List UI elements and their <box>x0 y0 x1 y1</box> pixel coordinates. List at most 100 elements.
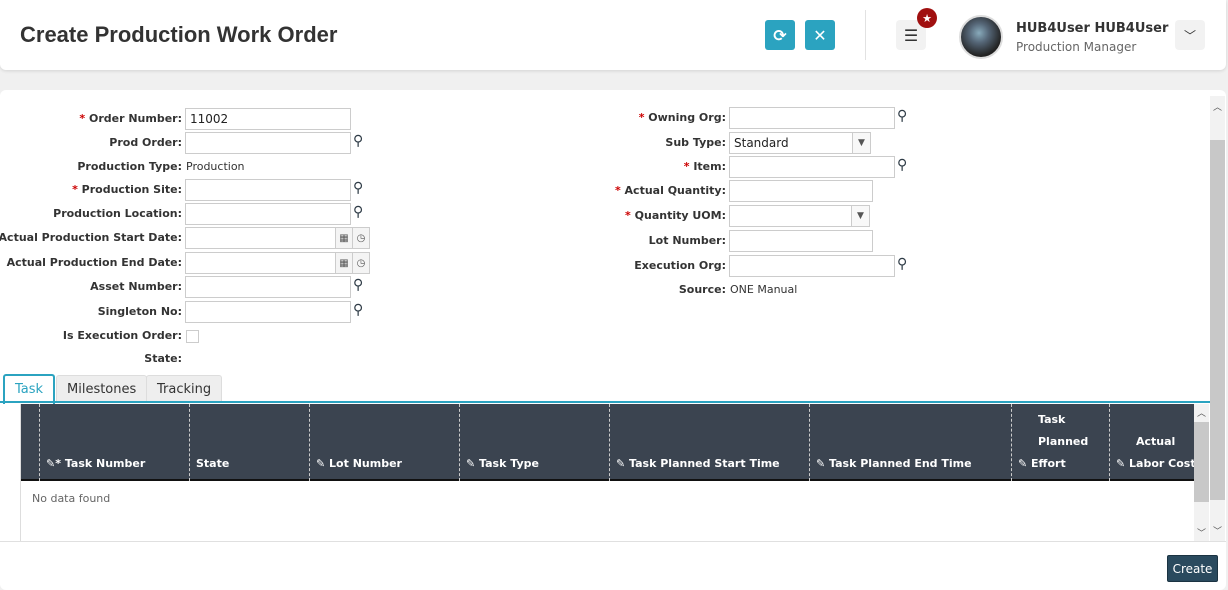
label-text: Lot Number <box>648 234 722 247</box>
divider <box>865 10 866 60</box>
column-header-task-planned-start-time[interactable]: ✎ Task Planned Start Time <box>609 404 809 481</box>
lookup-search-icon[interactable]: ⚲ <box>353 133 363 149</box>
label-text: Asset Number <box>90 280 178 293</box>
tab-tracking[interactable]: Tracking <box>146 375 223 403</box>
required-marker: * <box>79 112 89 125</box>
label-text: Actual Production End Date <box>6 256 178 269</box>
tab-label: Milestones <box>67 382 137 397</box>
column-header-lot-number[interactable]: ✎ Lot Number <box>309 404 459 481</box>
calendar-icon[interactable]: ▦ <box>335 227 353 249</box>
page-scrollbar[interactable]: ︿ ﹀ <box>1210 96 1225 541</box>
label-text: Production Site <box>81 183 178 196</box>
edit-icon: ✎ <box>816 457 830 470</box>
column-header-text: Task Planned Start Time <box>629 457 780 470</box>
production-site-input[interactable] <box>185 179 351 201</box>
lookup-search-icon[interactable]: ⚲ <box>353 180 363 196</box>
item-input[interactable] <box>729 156 895 178</box>
label-text: Is Execution Order <box>62 329 178 342</box>
chevron-down-icon: ﹀ <box>1183 28 1196 43</box>
column-header-text: Task <box>1038 413 1066 426</box>
lookup-search-icon[interactable]: ⚲ <box>353 204 363 220</box>
chevron-down-icon[interactable]: ▼ <box>852 133 870 153</box>
column-header-text: Task Type <box>479 457 539 470</box>
execution-org-input[interactable] <box>729 255 895 277</box>
label-text: Singleton No <box>97 305 178 318</box>
column-header-task-planned-end-time[interactable]: ✎ Task Planned End Time <box>809 404 1011 481</box>
menu-icon: ☰ <box>903 25 919 45</box>
tab-task[interactable]: Task <box>3 374 56 404</box>
owning-org-input[interactable] <box>729 107 895 129</box>
column-header-text: State <box>196 457 230 470</box>
column-header-labor-cost[interactable]: Actual ✎ Labor Cost <box>1109 404 1194 481</box>
prod-order-input[interactable] <box>185 132 351 154</box>
refresh-button[interactable]: ⟳ <box>765 20 795 50</box>
grid-scrollbar[interactable]: ︿ ﹀ <box>1194 404 1209 541</box>
actual-quantity-label: * Actual Quantity: <box>614 184 726 197</box>
favorite-star-badge[interactable]: ★ <box>917 8 937 28</box>
actual-quantity-input[interactable] <box>729 180 873 202</box>
page-title: Create Production Work Order <box>20 22 338 47</box>
order-number-input[interactable]: 11002 <box>185 108 351 130</box>
prod-order-label: Prod Order: <box>109 136 182 149</box>
clock-icon[interactable]: ◷ <box>352 227 370 249</box>
lookup-search-icon[interactable]: ⚲ <box>897 256 907 272</box>
label-text: Prod Order <box>109 136 178 149</box>
column-header-task-number[interactable]: ✎* Task Number <box>39 404 189 481</box>
field-value: Standard <box>734 136 789 150</box>
actual-production-start-date-label: Actual Production Start Date: <box>0 231 182 244</box>
label-text: Sub Type <box>665 136 722 149</box>
is-execution-order-label: Is Execution Order: <box>62 329 182 342</box>
user-menu-button[interactable]: ﹀ <box>1175 20 1205 50</box>
tab-underline <box>0 401 1210 403</box>
tab-milestones[interactable]: Milestones <box>56 375 148 403</box>
avatar <box>959 15 1003 59</box>
column-header-text: Lot Number <box>329 457 402 470</box>
create-button[interactable]: Create <box>1167 555 1218 582</box>
execution-org-label: Execution Org: <box>634 259 726 272</box>
page-header: Create Production Work Order ⟳ ✕ ☰ ★ HUB… <box>0 0 1226 70</box>
production-type-label: Production Type: <box>77 160 182 173</box>
chevron-down-icon[interactable]: ▼ <box>851 206 869 226</box>
lookup-search-icon[interactable]: ⚲ <box>353 277 363 293</box>
singleton-no-input[interactable] <box>185 301 351 323</box>
source-value: ONE Manual <box>730 283 798 296</box>
sub-type-select[interactable]: Standard ▼ <box>729 132 871 154</box>
tab-label: Tracking <box>157 382 212 397</box>
label-text: Production Location <box>53 207 178 220</box>
label-text: Order Number <box>88 112 178 125</box>
actual-production-end-date-label: Actual Production End Date: <box>6 256 182 269</box>
actual-production-end-date-input[interactable] <box>185 252 336 274</box>
edit-icon: ✎ <box>316 457 330 470</box>
production-location-label: Production Location: <box>53 207 182 220</box>
label-text: Actual Quantity <box>624 184 722 197</box>
label-text: Execution Org <box>634 259 722 272</box>
source-label: Source: <box>678 283 726 296</box>
quantity-uom-select[interactable]: ▼ <box>729 205 870 227</box>
sub-type-label: Sub Type: <box>665 136 726 149</box>
quantity-uom-label: * Quantity UOM: <box>625 209 726 222</box>
asset-number-input[interactable] <box>185 276 351 298</box>
production-location-input[interactable] <box>185 203 351 225</box>
column-header-task-type[interactable]: ✎ Task Type <box>459 404 609 481</box>
column-header-text: Task Planned End Time <box>829 457 972 470</box>
tab-label: Task <box>15 382 44 397</box>
is-execution-order-checkbox[interactable] <box>186 330 199 343</box>
lookup-search-icon[interactable]: ⚲ <box>353 302 363 318</box>
required-marker: * <box>72 183 82 196</box>
clock-icon[interactable]: ◷ <box>352 252 370 274</box>
lookup-search-icon[interactable]: ⚲ <box>897 157 907 173</box>
close-button[interactable]: ✕ <box>805 20 835 50</box>
column-header-text: Effort <box>1031 457 1066 470</box>
lookup-search-icon[interactable]: ⚲ <box>897 108 907 124</box>
required-marker: * <box>683 160 694 173</box>
footer-divider <box>0 541 1226 542</box>
label-text: Production Type <box>77 160 178 173</box>
actual-production-start-date-input[interactable] <box>185 227 336 249</box>
task-grid: ✎* Task Number State ✎ Lot Number ✎ Task Ty… <box>20 404 1194 541</box>
asset-number-label: Asset Number: <box>90 280 182 293</box>
lot-number-input[interactable] <box>729 230 873 252</box>
column-header-state[interactable]: State <box>189 404 309 481</box>
calendar-icon[interactable]: ▦ <box>335 252 353 274</box>
column-header-effort[interactable]: Task Planned ✎ Effort <box>1011 404 1109 481</box>
label-text: State <box>144 352 178 365</box>
